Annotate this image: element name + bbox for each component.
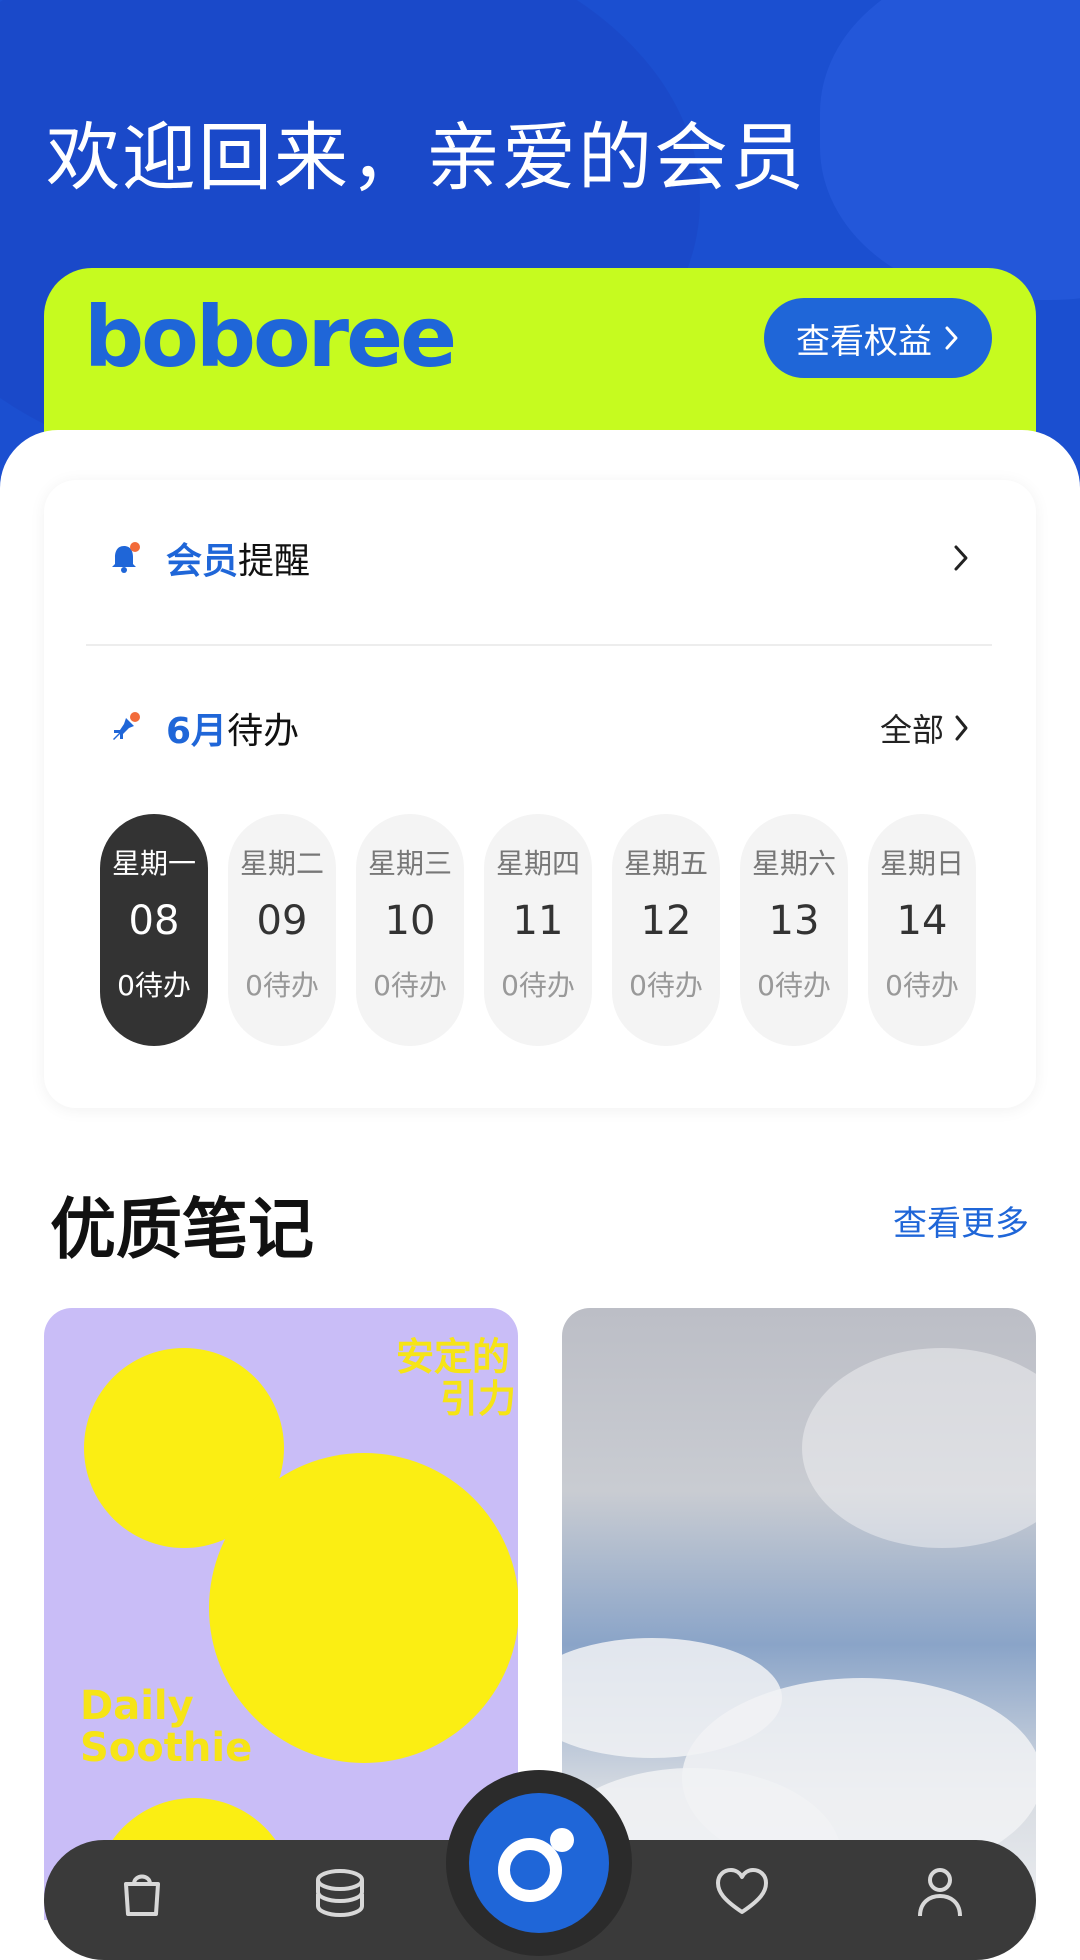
day-pill-saturday[interactable]: 星期六 13 0待办 (740, 814, 848, 1046)
profile-icon (918, 1868, 962, 1917)
coins-icon (316, 1869, 364, 1918)
day-weekday: 星期四 (495, 847, 580, 880)
shopping-bag-icon (124, 1874, 160, 1916)
day-pill-sunday[interactable]: 星期日 14 0待办 (868, 814, 976, 1046)
member-reminder-label: 会员提醒 (166, 541, 311, 582)
day-todo-count: 0待办 (629, 969, 703, 1002)
view-more-link[interactable]: 查看更多 (893, 1196, 1029, 1245)
center-button-face (469, 1793, 609, 1933)
view-all-label: 全部 (879, 711, 944, 749)
note-card[interactable]: 安定的 引力 Daily Soothie (44, 1308, 518, 1920)
day-date: 13 (768, 898, 820, 944)
day-pill-tuesday[interactable]: 星期二 09 0待办 (228, 814, 336, 1046)
center-community-button[interactable] (446, 1770, 632, 1956)
day-todo-count: 0待办 (885, 969, 959, 1002)
bell-icon (104, 538, 144, 578)
day-weekday: 星期五 (623, 847, 708, 880)
week-day-selector: 星期一 08 0待办 星期二 09 0待办 星期三 10 0待办 星期四 11 … (100, 814, 980, 1046)
chevron-right-icon (955, 715, 968, 741)
day-weekday: 星期三 (367, 847, 452, 880)
day-pill-friday[interactable]: 星期五 12 0待办 (612, 814, 720, 1046)
note-card[interactable] (562, 1308, 1036, 1920)
day-pill-thursday[interactable]: 星期四 11 0待办 (484, 814, 592, 1046)
day-pill-wednesday[interactable]: 星期三 10 0待办 (356, 814, 464, 1046)
day-todo-count: 0待办 (117, 969, 191, 1002)
points-tab[interactable] (310, 1866, 370, 1926)
day-date: 08 (128, 898, 180, 944)
cloud-shape (802, 1348, 1036, 1548)
poster-subtitle-line: Soothie (80, 1725, 253, 1771)
poster-subtitle-line: Daily (80, 1683, 194, 1729)
day-date: 14 (896, 898, 948, 944)
community-icon (498, 1828, 574, 1902)
day-pill-monday[interactable]: 星期一 08 0待办 (100, 814, 208, 1046)
view-benefits-button[interactable]: 查看权益 (764, 298, 992, 378)
day-weekday: 星期二 (239, 847, 324, 880)
day-todo-count: 0待办 (757, 969, 831, 1002)
pin-icon (104, 708, 144, 748)
day-todo-count: 0待办 (245, 969, 319, 1002)
day-weekday: 星期一 (111, 847, 196, 880)
day-todo-count: 0待办 (373, 969, 447, 1002)
day-date: 11 (512, 898, 564, 944)
poster-title-line: 引力 (440, 1377, 517, 1421)
brand-logo: boboree (84, 288, 457, 386)
poster-shape (209, 1453, 518, 1763)
welcome-title: 欢迎回来，亲爱的会员 (46, 115, 806, 201)
day-date: 09 (256, 898, 308, 944)
chevron-right-icon (954, 545, 968, 571)
hero-decoration (820, 0, 1080, 300)
poster-title-line: 安定的 (396, 1335, 511, 1379)
profile-tab[interactable] (910, 1866, 970, 1926)
favorites-tab[interactable] (712, 1866, 772, 1926)
day-weekday: 星期六 (751, 847, 836, 880)
day-todo-count: 0待办 (501, 969, 575, 1002)
divider (86, 644, 992, 646)
heart-icon (716, 1868, 768, 1914)
day-weekday: 星期日 (879, 847, 964, 880)
monthly-todo-label: 6月待办 (166, 711, 300, 752)
shop-tab[interactable] (112, 1866, 172, 1926)
member-reminder-row[interactable]: 会员提醒 (104, 532, 970, 584)
notes-section-title: 优质笔记 (50, 1191, 314, 1268)
day-date: 10 (384, 898, 436, 944)
day-date: 12 (640, 898, 692, 944)
chevron-right-icon (945, 326, 958, 350)
view-benefits-label: 查看权益 (796, 321, 932, 362)
monthly-todo-row: 6月待办 全部 (104, 702, 970, 754)
view-all-link[interactable]: 全部 (880, 705, 970, 751)
